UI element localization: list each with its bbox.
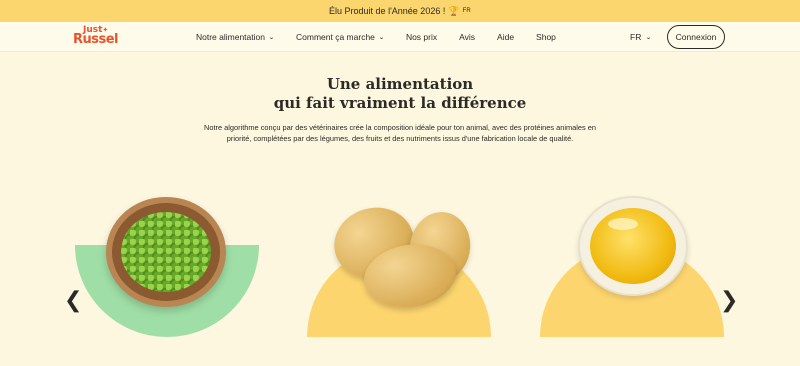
chevron-left-icon[interactable]: ❮ — [64, 290, 82, 312]
chevron-right-icon[interactable]: ❯ — [720, 290, 738, 312]
logo-line2: Russel — [73, 32, 119, 47]
menu-item-label: Notre alimentation — [196, 32, 265, 42]
menu-item-notre-alimentation[interactable]: Notre alimentation ⌄ — [196, 32, 275, 42]
menu-item-shop[interactable]: Shop — [536, 32, 556, 42]
menu-item-label: Aide — [497, 32, 515, 42]
peas-bowl-image — [106, 197, 226, 307]
main-menu: Notre alimentation ⌄ Comment ça marche ⌄… — [196, 22, 556, 52]
hero-title-line1: Une alimentation — [326, 75, 474, 93]
login-button[interactable]: Connexion — [667, 25, 725, 49]
hero-description: Notre algorithme conçu par des vétérinai… — [204, 123, 596, 143]
hero-title: Une alimentation qui fait vraiment la di… — [0, 75, 800, 113]
menu-item-label: Comment ça marche — [296, 32, 375, 42]
hero-title-line2: qui fait vraiment la différence — [273, 94, 527, 112]
language-label: FR — [630, 32, 642, 42]
menu-item-label: Nos prix — [405, 32, 438, 42]
menu-item-nos-prix[interactable]: Nos prix — [406, 32, 437, 42]
menu-item-label: Avis — [459, 32, 476, 42]
promo-badge: FR — [462, 8, 471, 14]
trophy-icon: 🏆 — [448, 5, 460, 16]
chevron-down-icon: ⌄ — [645, 34, 653, 41]
menu-item-comment-ca-marche[interactable]: Comment ça marche ⌄ — [296, 32, 385, 42]
top-navigation: Just✦ Russel Notre alimentation ⌄ Commen… — [0, 22, 800, 52]
language-selector[interactable]: FR ⌄ — [630, 22, 653, 52]
promo-text: Élu Produit de l'Année 2026 ! — [329, 6, 446, 16]
menu-item-label: Shop — [536, 32, 556, 42]
promo-banner: Élu Produit de l'Année 2026 ! 🏆 FR — [0, 0, 800, 22]
logo[interactable]: Just✦ Russel — [73, 25, 123, 47]
menu-item-avis[interactable]: Avis — [459, 32, 475, 42]
menu-item-aide[interactable]: Aide — [497, 32, 514, 42]
chevron-down-icon: ⌄ — [268, 34, 275, 41]
oil-bowl-image — [578, 196, 688, 296]
chevron-down-icon: ⌄ — [378, 34, 385, 41]
